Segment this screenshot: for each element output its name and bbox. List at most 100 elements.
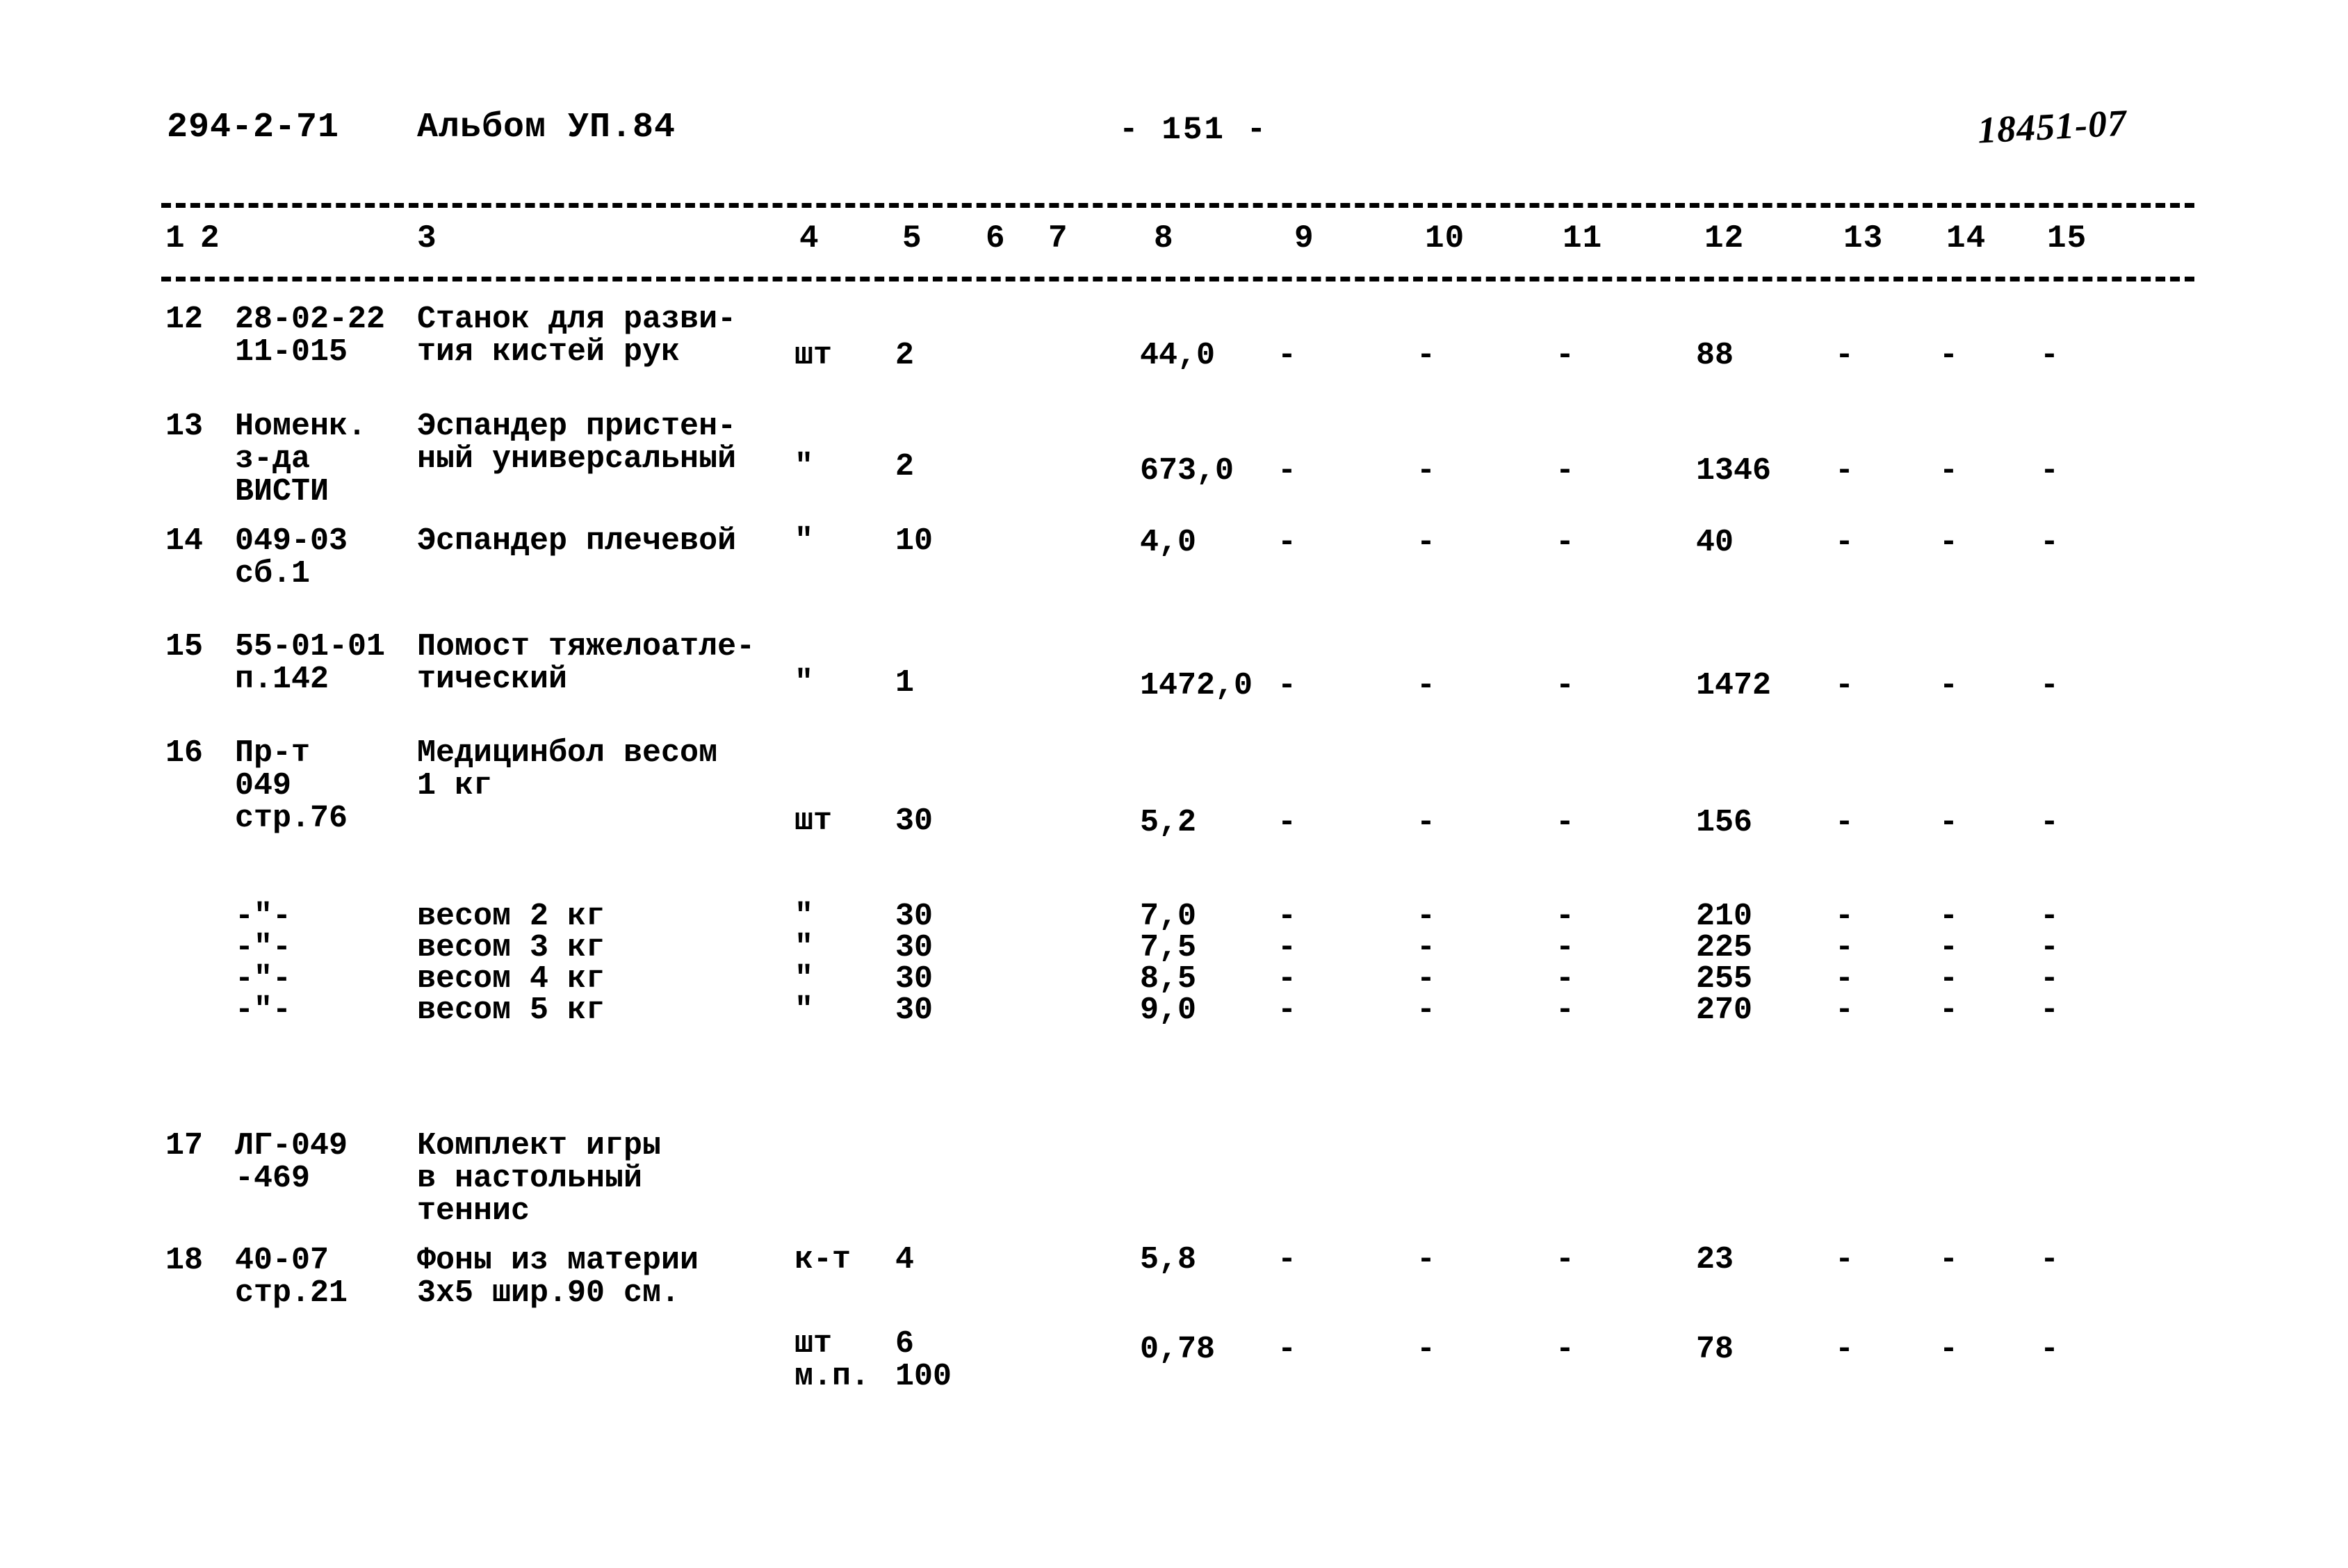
item-unit-price: 673,0	[1140, 453, 1234, 489]
item-unit-price: 4,0	[1140, 525, 1197, 560]
item-unit-price: 5,2	[1140, 805, 1197, 840]
item-col15: -	[2040, 805, 2060, 840]
item-col13: -	[1835, 961, 1854, 997]
item-unit: к-т	[794, 1242, 851, 1277]
item-code: 049-03 сб.1	[235, 523, 348, 591]
item-quantity: 6 100	[895, 1326, 952, 1394]
column-header-7: 7	[1048, 220, 1068, 256]
item-unit: "	[794, 665, 814, 701]
item-code: 28-02-22 11-015	[235, 302, 386, 370]
item-unit-price: 44,0	[1140, 338, 1216, 373]
document-page: 294-2-71 Альбом УП.84 - 151 - 18451-07 1…	[0, 0, 2348, 1568]
item-name: весом 2 кг	[417, 899, 605, 934]
column-header-2: 2	[200, 220, 220, 256]
item-col9: -	[1278, 338, 1297, 373]
item-total-cost: 1346	[1696, 453, 1772, 489]
item-col11: -	[1556, 899, 1575, 934]
item-col15: -	[2040, 993, 2060, 1028]
item-unit: "	[794, 993, 814, 1028]
item-name: Помост тяжелоатле- тический	[417, 629, 756, 697]
column-header-11: 11	[1563, 220, 1603, 256]
item-col9: -	[1278, 668, 1297, 703]
item-col11: -	[1556, 668, 1575, 703]
table-row-number: 18	[165, 1243, 204, 1278]
item-col13: -	[1835, 1332, 1854, 1367]
item-unit: "	[794, 961, 814, 997]
item-col13: -	[1835, 993, 1854, 1028]
item-col10: -	[1417, 1332, 1436, 1367]
item-col10: -	[1417, 993, 1436, 1028]
item-code: -"-	[235, 993, 292, 1028]
item-col15: -	[2040, 525, 2060, 560]
item-col10: -	[1417, 899, 1436, 934]
item-total-cost: 270	[1696, 993, 1753, 1028]
item-unit-price: 0,78	[1140, 1332, 1216, 1367]
item-col14: -	[1939, 961, 1959, 997]
item-col14: -	[1939, 525, 1959, 560]
item-col15: -	[2040, 453, 2060, 489]
item-col15: -	[2040, 961, 2060, 997]
item-unit: "	[794, 523, 814, 559]
item-col11: -	[1556, 993, 1575, 1028]
item-quantity: 2	[895, 449, 915, 484]
item-quantity: 1	[895, 665, 915, 701]
item-col13: -	[1835, 338, 1854, 373]
table-row-number: 12	[165, 302, 204, 337]
item-code: Номенк. з-да ВИСТИ	[235, 409, 367, 509]
item-total-cost: 1472	[1696, 668, 1772, 703]
column-header-4: 4	[799, 220, 820, 256]
item-col10: -	[1417, 961, 1436, 997]
item-col13: -	[1835, 668, 1854, 703]
item-col9: -	[1278, 961, 1297, 997]
item-quantity: 30	[895, 803, 934, 839]
item-name: Комплект игры в настольный теннис	[417, 1128, 662, 1229]
item-name: весом 5 кг	[417, 993, 605, 1028]
item-col10: -	[1417, 525, 1436, 560]
item-col14: -	[1939, 899, 1959, 934]
item-total-cost: 225	[1696, 930, 1753, 965]
item-unit-price: 7,5	[1140, 930, 1197, 965]
item-col11: -	[1556, 525, 1575, 560]
item-unit: "	[794, 930, 814, 965]
item-code: -"-	[235, 899, 292, 934]
item-quantity: 30	[895, 899, 934, 934]
item-col9: -	[1278, 805, 1297, 840]
item-col10: -	[1417, 805, 1436, 840]
item-col14: -	[1939, 930, 1959, 965]
item-col14: -	[1939, 338, 1959, 373]
equipment-table: 1 2 3 4 5 6 7 8 9 10 11 12 13 14 15 12 28-02-22 11-015 Ст…	[0, 0, 2348, 1568]
item-col9: -	[1278, 1242, 1297, 1277]
item-col9: -	[1278, 1332, 1297, 1367]
item-code: Пр-т 049 стр.76	[235, 735, 348, 836]
item-col9: -	[1278, 899, 1297, 934]
item-col11: -	[1556, 338, 1575, 373]
item-col14: -	[1939, 1332, 1959, 1367]
item-unit: "	[794, 449, 814, 484]
item-total-cost: 23	[1696, 1242, 1734, 1277]
table-row-number: 14	[165, 523, 204, 559]
item-total-cost: 88	[1696, 338, 1734, 373]
item-name: Фоны из материи 3х5 шир.90 см.	[417, 1243, 699, 1311]
item-name: Эспандер пристен- ный универсальный	[417, 409, 737, 477]
item-name: весом 3 кг	[417, 930, 605, 965]
item-unit-price: 8,5	[1140, 961, 1197, 997]
item-unit: шт м.п.	[794, 1326, 870, 1394]
item-col10: -	[1417, 1242, 1436, 1277]
item-name: Эспандер плечевой	[417, 523, 737, 559]
item-name: Станок для разви- тия кистей рук	[417, 302, 737, 370]
column-header-1: 1	[165, 220, 186, 256]
item-col10: -	[1417, 338, 1436, 373]
item-col11: -	[1556, 1332, 1575, 1367]
column-header-6: 6	[986, 220, 1006, 256]
item-quantity: 30	[895, 930, 934, 965]
item-total-cost: 156	[1696, 805, 1753, 840]
item-col11: -	[1556, 453, 1575, 489]
item-col15: -	[2040, 930, 2060, 965]
item-unit-price: 7,0	[1140, 899, 1197, 934]
column-header-10: 10	[1425, 220, 1465, 256]
item-unit: шт	[794, 338, 833, 373]
item-unit-price: 1472,0	[1140, 668, 1253, 703]
item-col14: -	[1939, 993, 1959, 1028]
item-unit-price: 5,8	[1140, 1242, 1197, 1277]
item-col11: -	[1556, 930, 1575, 965]
